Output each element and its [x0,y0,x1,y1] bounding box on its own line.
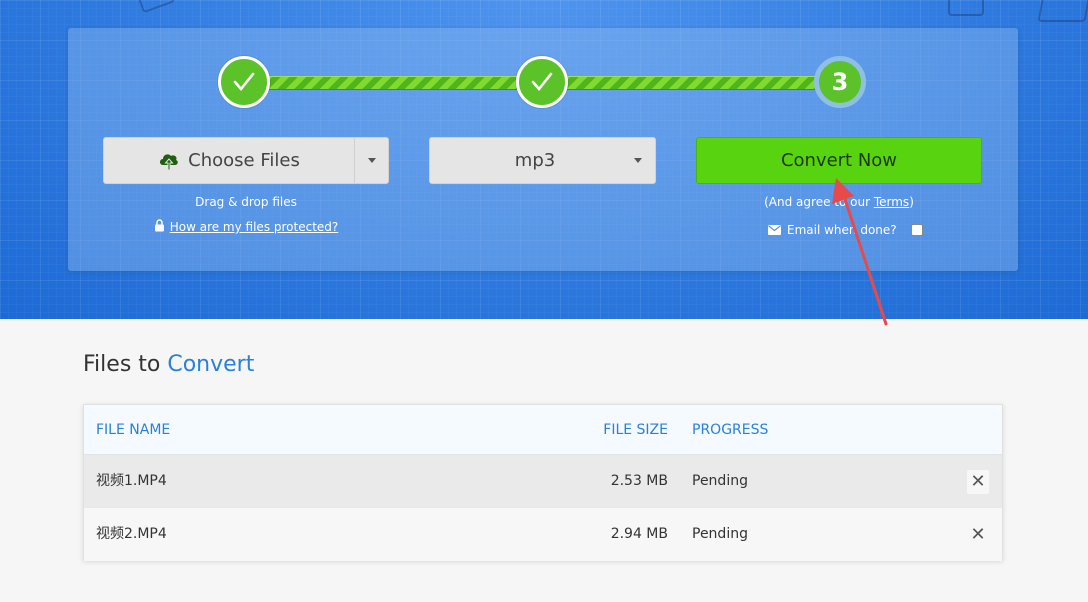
choose-files-label: Choose Files [188,150,300,171]
chevron-down-icon [367,158,376,163]
file-name-cell: 视频1.MP4 [96,473,167,489]
check-icon [233,72,255,92]
remove-file-button[interactable]: ✕ [967,523,989,547]
drag-drop-hint: Drag & drop files [195,195,297,209]
hero-banner: 3 Choose Files Drag & drop files How are… [0,0,1088,319]
step-3-current: 3 [814,56,866,108]
check-icon [531,72,553,92]
column-header-file-size: FILE SIZE [603,422,668,438]
progress-cell: Pending [692,473,748,489]
step-2-complete [516,56,568,108]
decorative-doodle [948,0,984,16]
files-protected-link[interactable]: How are my files protected? [170,220,339,234]
email-when-done-checkbox[interactable] [910,224,923,236]
terms-link[interactable]: Terms [874,195,909,209]
file-size-cell: 2.94 MB [610,526,668,542]
email-when-done-label: Email when done? [787,223,897,237]
decorative-doodle [138,0,176,14]
output-format-select[interactable]: mp3 [429,137,656,184]
table-row: 视频1.MP4 2.53 MB Pending ✕ [84,455,1002,508]
files-to-convert-heading: Files to Convert [83,352,255,377]
file-name-cell: 视频2.MP4 [96,526,167,542]
file-protection-row: How are my files protected? [103,219,389,234]
progress-cell: Pending [692,526,748,542]
step-progress-bar-2 [562,76,816,90]
choose-files-dropdown-toggle[interactable] [354,138,388,183]
step-number: 3 [831,68,849,96]
convert-now-button[interactable]: Convert Now [696,137,982,184]
output-format-value: mp3 [514,150,556,171]
choose-files-button[interactable]: Choose Files [103,137,389,184]
step-progress-bar-1 [264,76,518,90]
file-size-cell: 2.53 MB [610,473,668,489]
decorative-doodle [1037,0,1088,22]
table-row: 视频2.MP4 2.94 MB Pending ✕ [84,508,1002,561]
cloud-upload-icon [160,153,178,170]
step-1-complete [218,56,270,108]
close-icon: ✕ [970,471,986,492]
choose-files-main[interactable]: Choose Files [104,138,354,183]
close-icon: ✕ [970,524,986,545]
files-table: FILE NAME FILE SIZE PROGRESS 视频1.MP4 2.5… [83,404,1003,561]
lock-icon [154,219,164,232]
column-header-progress: PROGRESS [692,422,769,438]
column-header-file-name: FILE NAME [96,422,171,438]
files-table-header: FILE NAME FILE SIZE PROGRESS [84,405,1002,455]
chevron-down-icon [634,158,642,163]
terms-agreement: (And agree to our Terms) [764,195,914,209]
email-when-done-row: Email when done? [768,222,923,238]
envelope-icon [768,225,781,235]
remove-file-button[interactable]: ✕ [967,470,989,494]
